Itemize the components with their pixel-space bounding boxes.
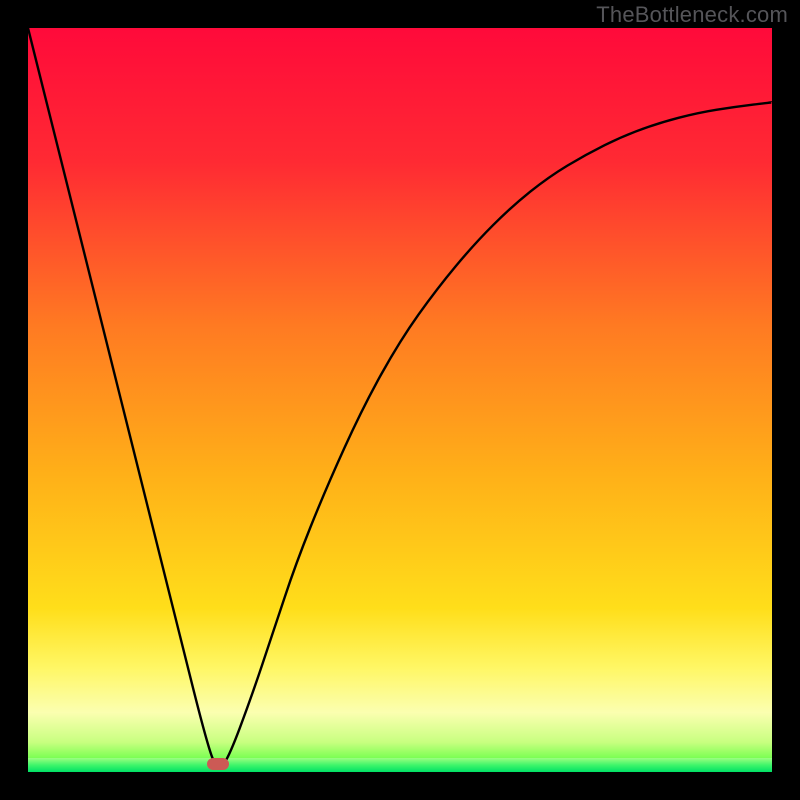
bottleneck-curve [28,28,772,772]
watermark-text: TheBottleneck.com [596,2,788,28]
chart-frame: TheBottleneck.com [0,0,800,800]
optimal-marker [207,758,229,770]
plot-area [28,28,772,772]
curve-path [28,28,772,767]
